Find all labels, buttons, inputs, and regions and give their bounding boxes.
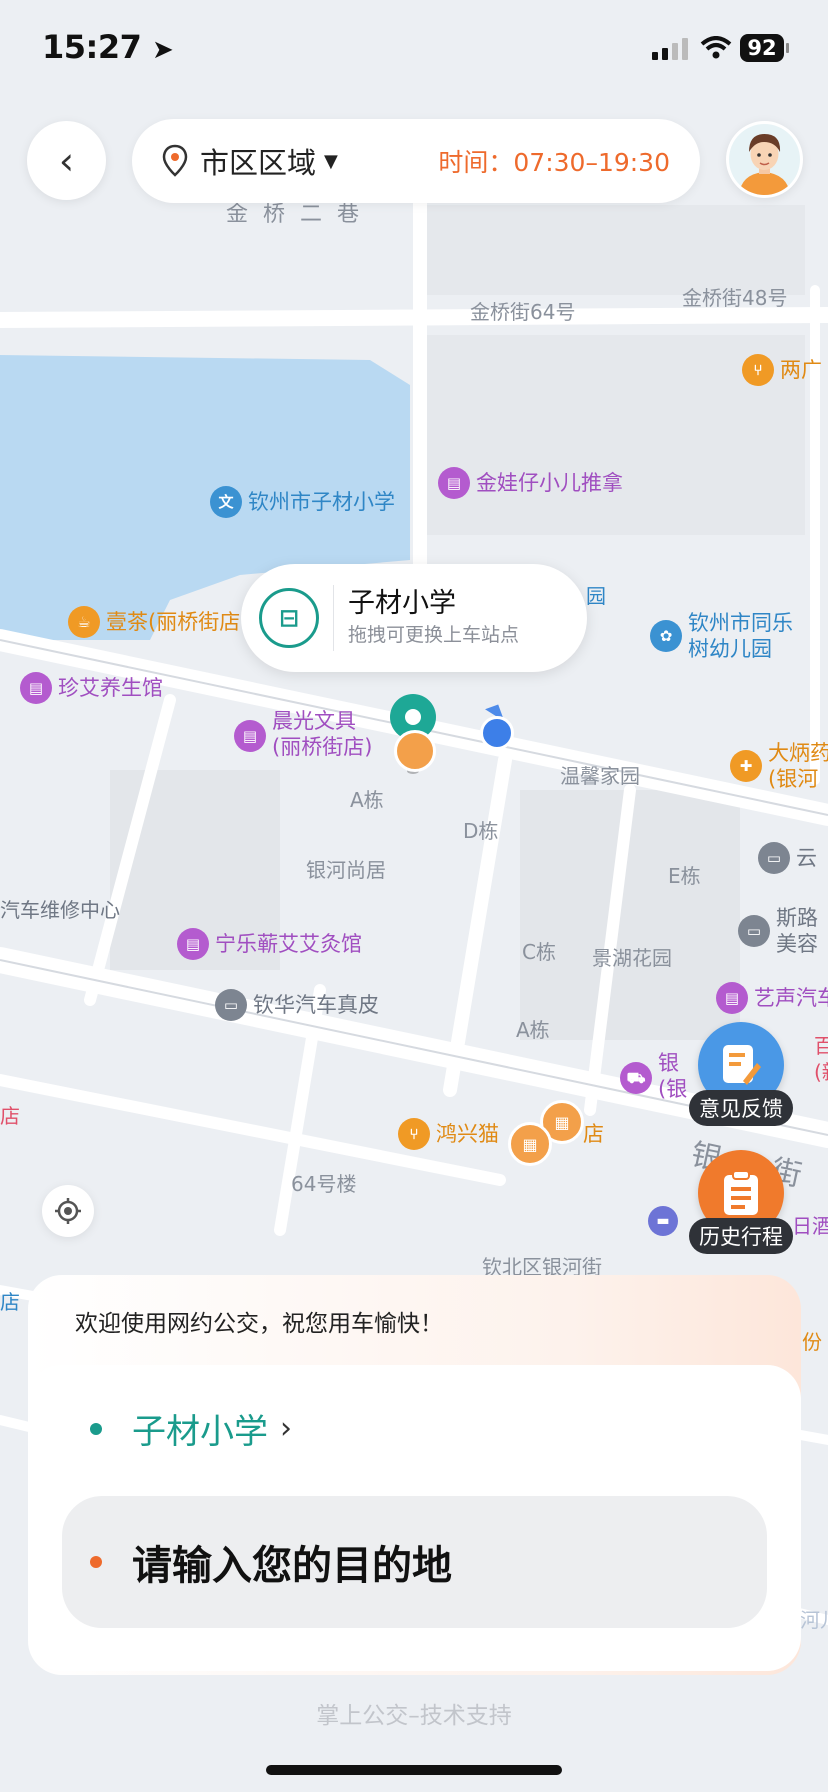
locate-button[interactable] [42, 1185, 94, 1237]
place-label: 日酒 [792, 1214, 828, 1238]
back-button[interactable]: ‹ [27, 121, 106, 200]
user-avatar-icon [729, 124, 800, 195]
poi-moxibustion[interactable]: ▤ 宁乐蕲艾艾灸馆 [177, 928, 362, 960]
shop-icon: ▤ [20, 672, 52, 704]
building-label: C栋 [522, 940, 556, 964]
location-pin-icon [162, 144, 188, 177]
chevron-right-icon: › [280, 1411, 292, 1446]
shop-icon: ▤ [234, 720, 266, 752]
poi-stationery[interactable]: ▤ 晨光文具 (丽桥街店) [234, 708, 372, 760]
poi-leather[interactable]: ▭ 钦华汽车真皮 [215, 989, 379, 1021]
crosshair-icon [55, 1198, 81, 1224]
poi-market[interactable]: ⛟ 银 (银 [620, 1050, 687, 1102]
origin-dot-icon [90, 1422, 102, 1435]
service-time: 时间：07:30–19:30 [438, 148, 670, 177]
building-label: D栋 [463, 819, 499, 843]
building-label: E栋 [668, 864, 701, 888]
place-label: 银河尚居 [306, 858, 386, 882]
shop-icon: ▤ [716, 982, 748, 1014]
place-label: 店 [0, 1104, 20, 1128]
welcome-text: 欢迎使用网约公交，祝您用车愉快！ [75, 1311, 443, 1337]
signal-icon [652, 38, 688, 60]
poi-massage[interactable]: ▤ 金娃仔小儿推拿 [438, 467, 623, 499]
destination-placeholder: 请输入您的目的地 [132, 1543, 452, 1589]
support-text: 掌上公交–技术支持 [316, 1703, 512, 1729]
user-location-icon [475, 704, 516, 750]
place-label: 园 [586, 584, 606, 608]
fork-knife-icon: ⑂ [742, 354, 774, 386]
poi-tea[interactable]: ☕ 壹茶(丽桥街店 [68, 606, 240, 638]
place-label: 汽车维修中心 [0, 898, 120, 922]
history-label: 历史行程 [689, 1218, 793, 1254]
building-label: A栋 [516, 1018, 550, 1042]
battery-icon: 92 [740, 34, 784, 62]
address-label: 金桥街48号 [682, 286, 788, 310]
address-label: 金桥街64号 [470, 300, 576, 324]
place-label: 景湖花园 [592, 946, 672, 970]
chevron-left-icon: ‹ [58, 138, 75, 183]
poi-school[interactable]: 文钦州市子材小学 [210, 486, 395, 518]
pickup-hint: 拖拽可更换上车站点 [348, 624, 520, 646]
poi-restaurant[interactable]: ⑂ 两广 [742, 354, 822, 386]
location-arrow-icon: ➤ [152, 35, 174, 65]
poi-auto[interactable]: ▭ 云 [758, 842, 817, 874]
fork-knife-icon: ⑂ [398, 1118, 430, 1150]
bus-stop-icon: ⊟ [259, 588, 319, 648]
place-label: 百 [814, 1034, 828, 1058]
car-icon: ▭ [758, 842, 790, 874]
place-label: 温馨家园 [560, 764, 640, 788]
cup-icon: ☕ [68, 606, 100, 638]
building-label: 64号楼 [291, 1172, 357, 1196]
place-label: 店 [0, 1290, 20, 1314]
feedback-label: 意见反馈 [689, 1090, 793, 1126]
region-selector[interactable]: 市区区域 ▼ [162, 140, 338, 182]
region-time-bar: 市区区域 ▼ 时间：07:30–19:30 [132, 119, 700, 203]
hotel-icon[interactable]: ▬ [648, 1206, 678, 1236]
wifi-icon [700, 36, 732, 59]
status-time: 15:27 ➤ [42, 28, 174, 66]
home-indicator[interactable] [266, 1765, 562, 1775]
poi-car-audio[interactable]: ▤ 艺声汽车 [716, 982, 828, 1014]
pickup-stop-name: 子材小学 [348, 588, 456, 619]
shop-icon: ▤ [177, 928, 209, 960]
caret-down-icon: ▼ [324, 150, 338, 172]
pickup-bubble[interactable]: ⊟ 子材小学 拖拽可更换上车站点 [241, 564, 587, 672]
poi-auto-beauty[interactable]: ▭ 斯路 美容 [738, 905, 818, 957]
car-icon: ▭ [738, 915, 770, 947]
poi-kindergarten[interactable]: ✿ 钦州市同乐 树幼儿园 [650, 610, 793, 662]
origin-name: 子材小学 [132, 1412, 268, 1452]
poi-health[interactable]: ▤ 珍艾养生馆 [20, 672, 163, 704]
pill-icon: ✚ [730, 750, 762, 782]
cart-icon: ⛟ [620, 1062, 652, 1094]
place-label: 河儿 [800, 1608, 828, 1632]
origin-row[interactable]: 子材小学 › [90, 1404, 292, 1453]
destination-row[interactable]: 请输入您的目的地 [90, 1533, 452, 1591]
avatar[interactable] [726, 121, 803, 198]
place-label: 份 [802, 1330, 822, 1354]
sprout-icon: ✿ [650, 620, 682, 652]
car-icon: ▭ [215, 989, 247, 1021]
bus-stop-icon[interactable]: ▦ [508, 1122, 552, 1166]
school-icon: 文 [210, 486, 242, 518]
destination-dot-icon [90, 1556, 102, 1568]
poi-pharmacy[interactable]: ✚ 大炳药 (银河 [730, 740, 828, 792]
shop-icon: ▤ [438, 467, 470, 499]
building-label: A栋 [350, 788, 384, 812]
history-button[interactable]: 历史行程 [689, 1150, 793, 1254]
bus-stop-icon [394, 730, 436, 772]
region-label: 市区区域 [200, 146, 317, 180]
place-label: (新 [814, 1060, 828, 1084]
feedback-button[interactable]: 意见反馈 [689, 1022, 793, 1126]
